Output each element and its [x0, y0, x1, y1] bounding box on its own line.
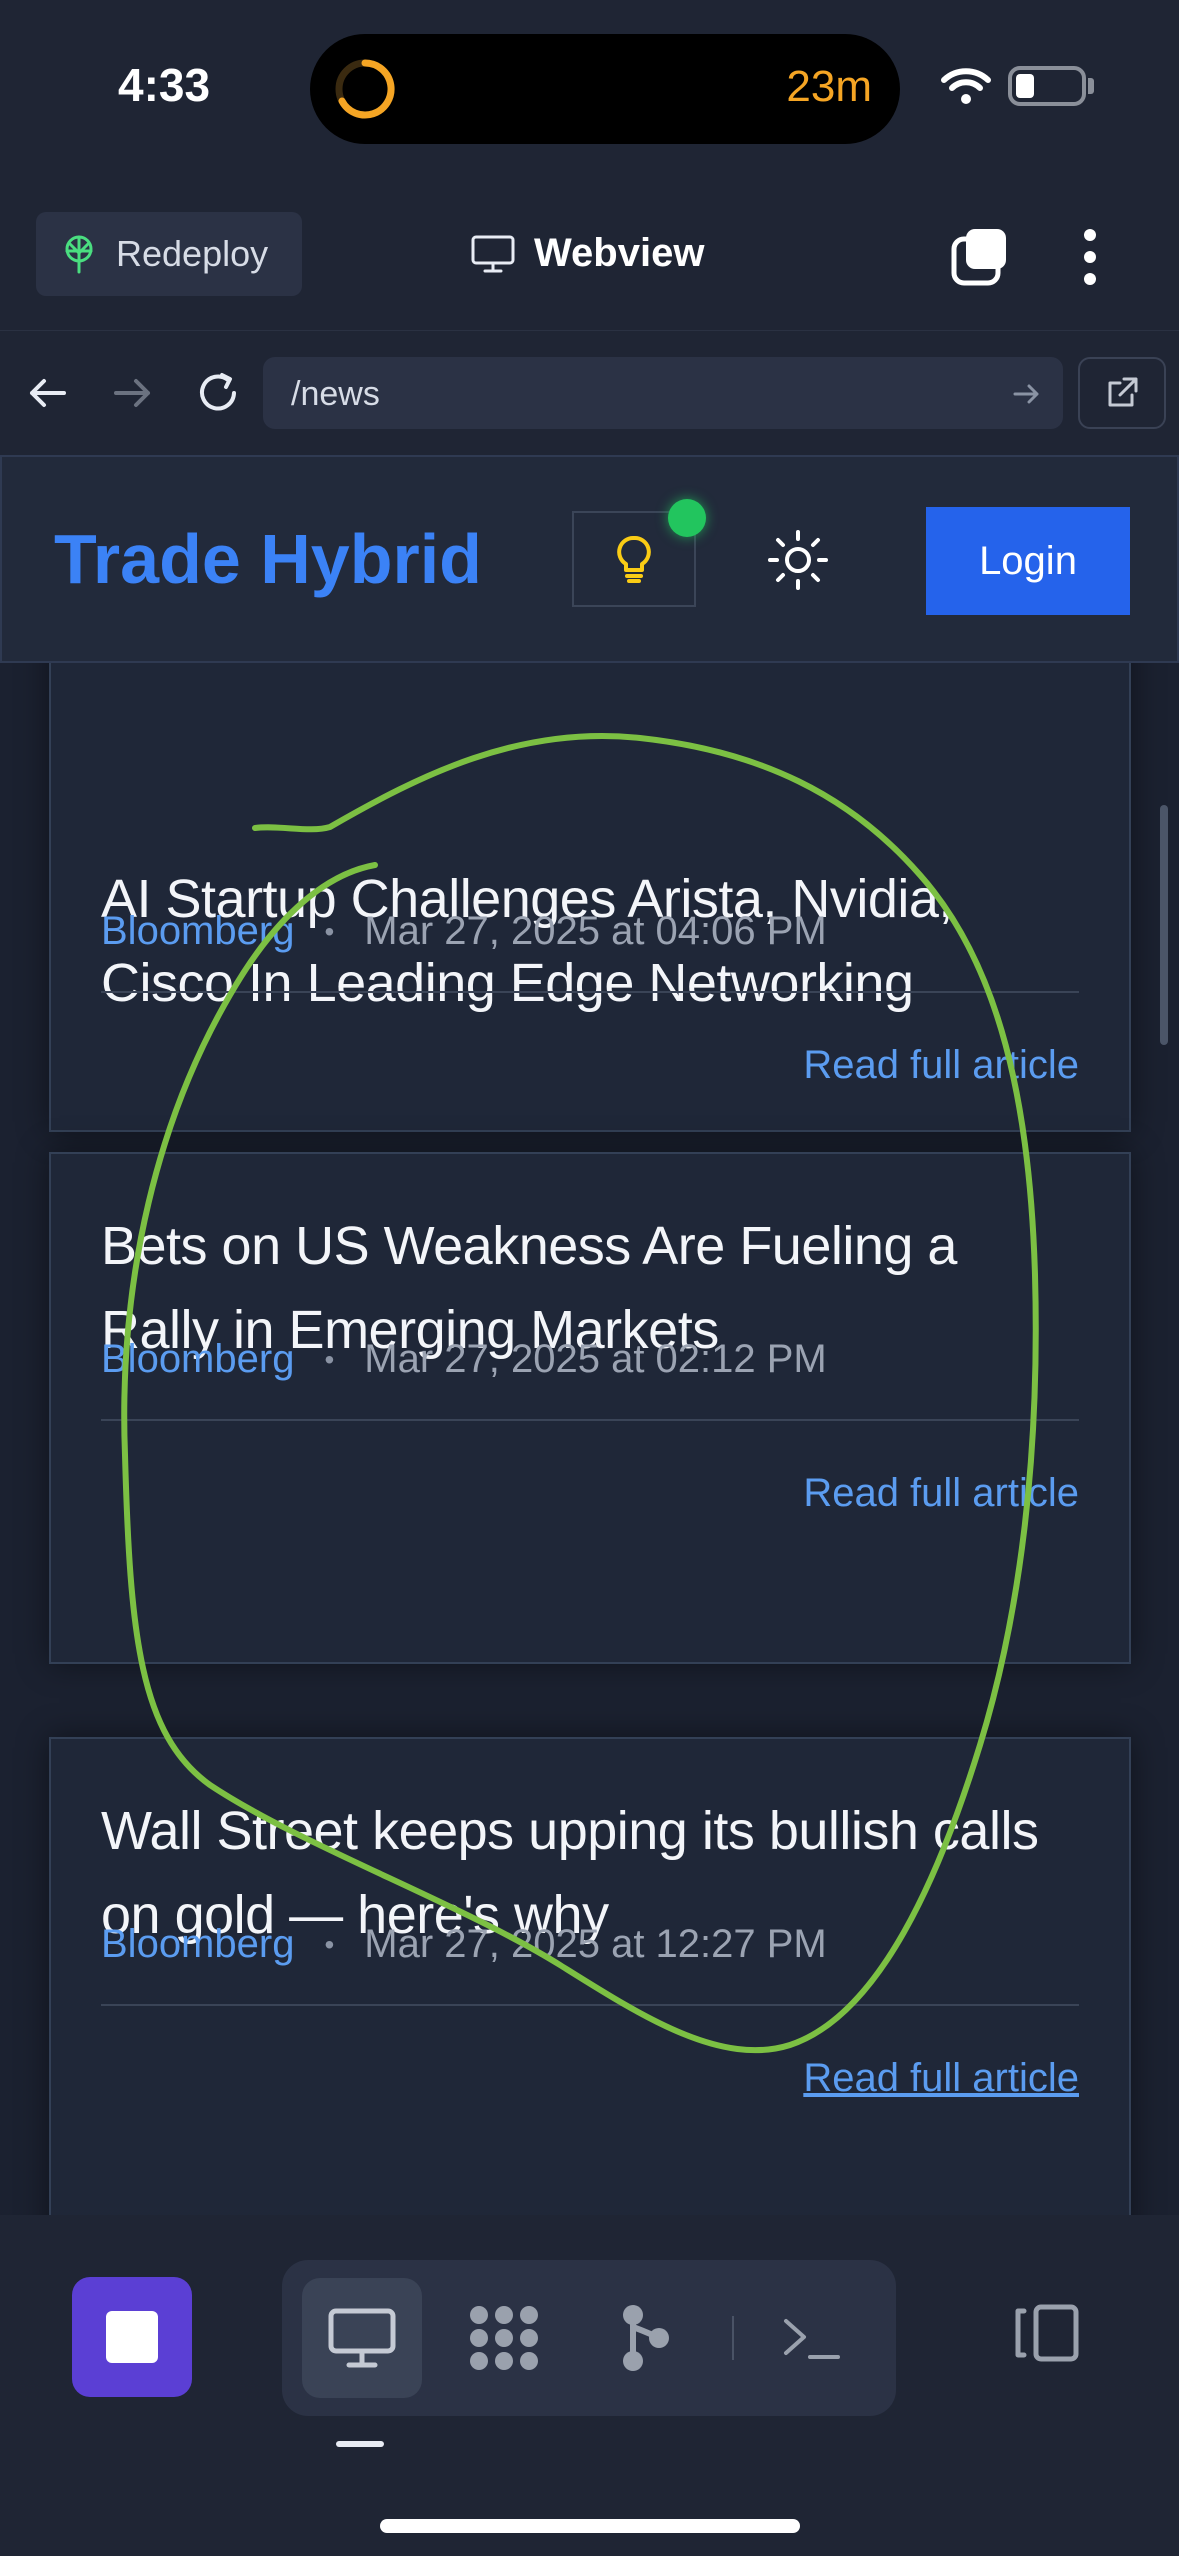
stop-button[interactable]: [72, 2277, 192, 2397]
tool-switcher: [282, 2260, 896, 2416]
dots-grid-icon: [470, 2306, 538, 2370]
monitor-icon: [328, 2308, 396, 2368]
forward-arrow-icon[interactable]: [108, 369, 156, 417]
webview: AI Startup Challenges Arista, Nvidia, Ci…: [0, 455, 1179, 2215]
article-card: Bets on US Weakness Are Fueling a Rally …: [49, 1152, 1131, 1664]
go-arrow-icon[interactable]: [1011, 379, 1041, 409]
read-full-article-link[interactable]: Read full article: [803, 1043, 1079, 1088]
open-external-button[interactable]: [1078, 357, 1166, 429]
divider: [101, 991, 1079, 993]
tool-webview[interactable]: [302, 2278, 422, 2398]
login-button[interactable]: Login: [926, 507, 1130, 615]
timer-ring-icon: [335, 59, 395, 119]
stop-icon: [106, 2311, 158, 2363]
article-source[interactable]: Bloomberg: [101, 1337, 294, 1382]
redeploy-label: Redeploy: [116, 233, 269, 274]
url-bar: /news: [0, 330, 1179, 455]
tool-separator: [732, 2316, 734, 2360]
bottom-bar: [0, 2215, 1179, 2556]
monitor-icon: [471, 235, 515, 272]
site-logo[interactable]: Trade Hybrid: [54, 519, 482, 599]
clock: 4:33: [118, 59, 211, 111]
branch-icon: [623, 2305, 669, 2371]
article-meta: Bloomberg • Mar 27, 2025 at 04:06 PM: [101, 909, 827, 954]
more-icon[interactable]: [1080, 227, 1100, 287]
webview-title-text: Webview: [534, 231, 705, 275]
article-source[interactable]: Bloomberg: [101, 1922, 294, 1967]
terminal-icon: [784, 2319, 840, 2359]
webview-title: Webview: [470, 231, 704, 276]
back-arrow-icon[interactable]: [24, 369, 72, 417]
status-dot: [668, 499, 706, 537]
dynamic-island[interactable]: 23m: [310, 34, 900, 144]
read-full-article-link[interactable]: Read full article: [803, 1471, 1079, 1516]
external-link-icon: [1108, 377, 1138, 407]
article-meta: Bloomberg • Mar 27, 2025 at 02:12 PM: [101, 1337, 827, 1382]
lightbulb-icon: [617, 536, 651, 583]
url-input[interactable]: /news: [263, 357, 1063, 429]
meta-separator: •: [324, 1343, 335, 1375]
tool-packages[interactable]: [444, 2278, 564, 2398]
news-feed: AI Startup Challenges Arista, Nvidia, Ci…: [0, 455, 1179, 2215]
article-date: Mar 27, 2025 at 04:06 PM: [364, 909, 827, 953]
battery-icon: [1008, 66, 1086, 106]
sun-icon[interactable]: [767, 529, 829, 591]
article-source[interactable]: Bloomberg: [101, 909, 294, 954]
app-bar: Redeploy Webview: [0, 195, 1179, 315]
panel-toggle-icon[interactable]: [1008, 2303, 1082, 2363]
article-date: Mar 27, 2025 at 02:12 PM: [364, 1337, 827, 1381]
article-date: Mar 27, 2025 at 12:27 PM: [364, 1922, 827, 1966]
article-card: Wall Street keeps upping its bullish cal…: [49, 1737, 1131, 2215]
reload-icon[interactable]: [192, 367, 244, 419]
meta-separator: •: [324, 915, 335, 947]
url-text: /news: [291, 375, 380, 413]
tabs-icon[interactable]: [950, 227, 1010, 287]
active-tool-indicator: [336, 2441, 384, 2447]
divider: [101, 2004, 1079, 2006]
tool-shell[interactable]: [752, 2278, 872, 2398]
tool-git[interactable]: [586, 2278, 706, 2398]
article-meta: Bloomberg • Mar 27, 2025 at 12:27 PM: [101, 1922, 827, 1967]
meta-separator: •: [324, 1928, 335, 1960]
scrollbar-thumb[interactable]: [1160, 805, 1168, 1045]
divider: [101, 1419, 1079, 1421]
site-header: Trade Hybrid Login: [0, 455, 1179, 663]
read-full-article-link[interactable]: Read full article: [803, 2056, 1079, 2101]
redeploy-icon: [65, 235, 93, 274]
redeploy-button[interactable]: Redeploy: [36, 212, 302, 296]
home-indicator: [380, 2519, 800, 2533]
status-bar: 4:33 23m: [0, 0, 1179, 180]
wifi-icon: [941, 68, 991, 104]
battery-tip: [1088, 78, 1094, 94]
timer-text: 23m: [786, 62, 872, 111]
